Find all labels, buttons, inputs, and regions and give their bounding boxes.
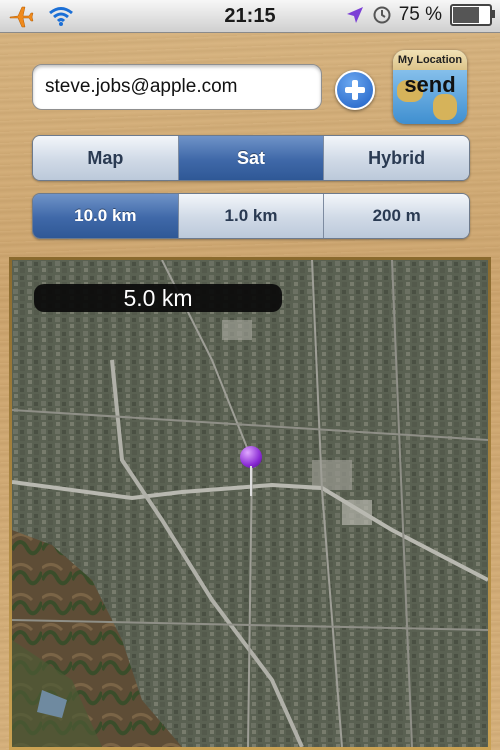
pin-stem xyxy=(250,466,252,496)
zoom-1km[interactable]: 1.0 km xyxy=(178,194,325,238)
battery-percent: 75 % xyxy=(398,4,442,25)
battery-level xyxy=(453,7,479,23)
plus-icon-vertical xyxy=(352,80,358,100)
battery-icon xyxy=(450,4,495,26)
add-contact-button[interactable] xyxy=(335,70,375,110)
satellite-map[interactable]: 5.0 km xyxy=(12,260,488,747)
zoom-segmented-control: 10.0 km 1.0 km 200 m xyxy=(32,193,470,239)
pin-icon xyxy=(240,446,262,468)
satellite-imagery xyxy=(12,260,488,747)
clock-icon xyxy=(373,6,391,24)
map-type-map[interactable]: Map xyxy=(33,136,179,180)
status-bar: 21:15 75 % xyxy=(0,0,500,33)
zoom-200m[interactable]: 200 m xyxy=(324,194,469,238)
location-arrow-icon xyxy=(346,7,363,23)
send-button-label: send xyxy=(404,72,456,97)
zoom-10km[interactable]: 10.0 km xyxy=(33,194,179,238)
map-type-segmented-control: Map Sat Hybrid xyxy=(32,135,470,181)
map-frame: 5.0 km xyxy=(9,257,491,750)
email-input[interactable] xyxy=(32,64,322,110)
map-type-hybrid[interactable]: Hybrid xyxy=(324,136,469,180)
send-button-top-label: My Location xyxy=(393,50,467,70)
map-scale-label: 5.0 km xyxy=(34,284,282,312)
map-type-sat[interactable]: Sat xyxy=(178,136,325,180)
location-pin[interactable] xyxy=(240,446,262,496)
status-right: 75 % xyxy=(345,4,495,26)
send-my-location-button[interactable]: My Location send xyxy=(393,50,467,124)
